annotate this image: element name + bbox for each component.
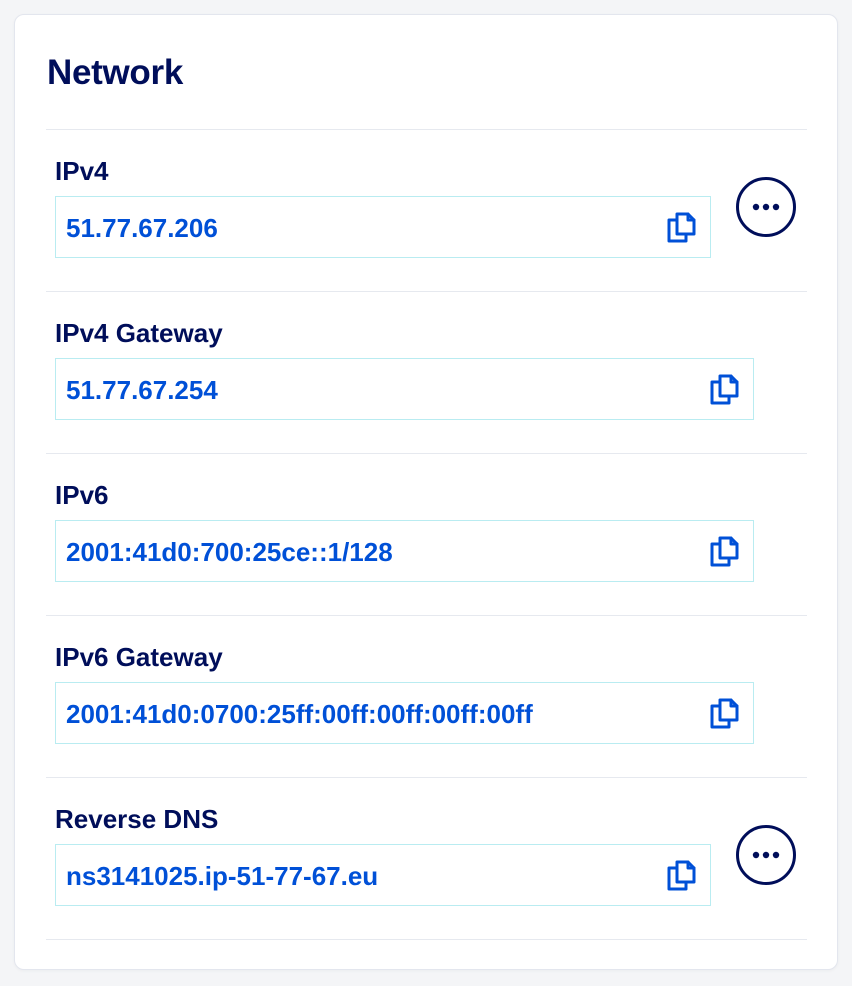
network-card: Network IPv4 51.77.67.206 IPv4 Gateway 5… — [14, 14, 838, 970]
divider — [46, 939, 807, 940]
divider — [46, 453, 807, 454]
more-options-icon — [752, 203, 780, 211]
copy-reverse-dns-button[interactable] — [664, 858, 698, 892]
ipv6-value[interactable]: 2001:41d0:700:25ce::1/128 — [66, 537, 393, 568]
ipv6-gateway-field[interactable]: 2001:41d0:0700:25ff:00ff:00ff:00ff:00ff — [55, 682, 754, 744]
reverse-dns-label: Reverse DNS — [55, 804, 219, 834]
copy-ipv6-gateway-button[interactable] — [707, 696, 741, 730]
copy-icon — [710, 536, 739, 567]
copy-icon — [667, 860, 696, 891]
ipv4-gateway-value[interactable]: 51.77.67.254 — [66, 375, 218, 406]
ipv6-label: IPv6 — [55, 480, 109, 510]
ipv4-value[interactable]: 51.77.67.206 — [66, 213, 218, 244]
ipv6-gateway-value[interactable]: 2001:41d0:0700:25ff:00ff:00ff:00ff:00ff — [66, 699, 533, 730]
more-options-icon — [752, 851, 780, 859]
ipv4-gateway-field[interactable]: 51.77.67.254 — [55, 358, 754, 420]
ipv6-field[interactable]: 2001:41d0:700:25ce::1/128 — [55, 520, 754, 582]
reverse-dns-value[interactable]: ns3141025.ip-51-77-67.eu — [66, 861, 378, 892]
ipv4-field[interactable]: 51.77.67.206 — [55, 196, 711, 258]
copy-ipv4-gateway-button[interactable] — [707, 372, 741, 406]
reverse-dns-field[interactable]: ns3141025.ip-51-77-67.eu — [55, 844, 711, 906]
ipv4-label: IPv4 — [55, 156, 109, 186]
ipv4-gateway-label: IPv4 Gateway — [55, 318, 223, 348]
card-title: Network — [47, 53, 183, 92]
copy-icon — [710, 374, 739, 405]
divider — [46, 777, 807, 778]
divider — [46, 291, 807, 292]
copy-icon — [667, 212, 696, 243]
copy-ipv4-button[interactable] — [664, 210, 698, 244]
divider — [46, 129, 807, 130]
ipv6-gateway-label: IPv6 Gateway — [55, 642, 223, 672]
ipv4-more-button[interactable] — [736, 177, 796, 237]
copy-icon — [710, 698, 739, 729]
reverse-dns-more-button[interactable] — [736, 825, 796, 885]
copy-ipv6-button[interactable] — [707, 534, 741, 568]
divider — [46, 615, 807, 616]
